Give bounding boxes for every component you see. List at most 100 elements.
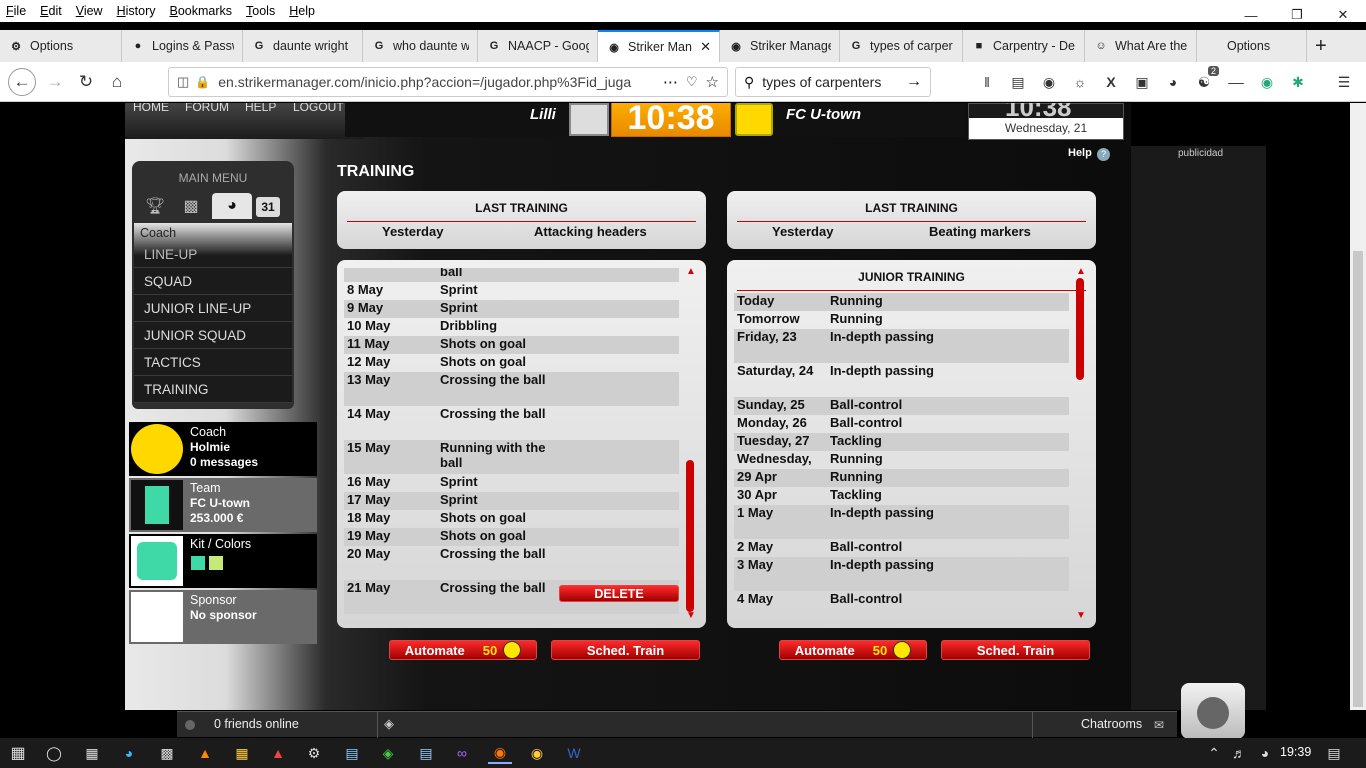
tab-10[interactable]: Options (1197, 30, 1307, 62)
training-row[interactable]: 15 May Running with the ball (344, 440, 679, 474)
training-row[interactable]: 4 May Ball-control (734, 591, 1069, 609)
nav-help-link[interactable]: HELP (245, 103, 276, 114)
training-row[interactable]: 2 May Ball-control (734, 539, 1069, 557)
home-icon[interactable]: ⌂ (104, 70, 130, 94)
tab-6[interactable]: ◉ Striker Manage (720, 30, 840, 62)
library-icon[interactable]: ‖ (977, 72, 997, 92)
training-row[interactable]: 9 May Sprint (344, 300, 679, 318)
page-scrollbar[interactable] (1350, 103, 1366, 710)
extension-dark-icon[interactable]: ▣ (1132, 72, 1152, 92)
chrome-icon[interactable]: ◉ (525, 742, 549, 764)
minimize-icon[interactable]: — (1228, 0, 1274, 30)
menu-view[interactable]: View (76, 4, 103, 18)
whistle-button[interactable] (1181, 683, 1245, 739)
menu-edit[interactable]: Edit (40, 4, 62, 18)
training-row[interactable]: 20 May Crossing the ball (344, 546, 679, 580)
menu-item-tactics[interactable]: TACTICS (134, 349, 292, 376)
chatrooms-link[interactable]: Chatrooms (1081, 717, 1142, 731)
dash-extension-icon[interactable]: –– (1226, 72, 1246, 92)
calculator-icon[interactable]: ▦ (80, 742, 104, 764)
training-row[interactable]: Today Running (734, 293, 1069, 311)
kit-color-primary[interactable] (191, 556, 205, 570)
paint-icon[interactable]: ◈ (376, 742, 400, 764)
url-text[interactable]: en.strikermanager.com/inicio.php?accion=… (218, 74, 655, 90)
menu-tools[interactable]: Tools (246, 4, 275, 18)
menu-item-squad[interactable]: SQUAD (134, 268, 292, 295)
menu-file[interactable]: File (6, 4, 26, 18)
search-bar[interactable]: ⚲ types of carpenters → (735, 67, 931, 97)
training-row[interactable]: 14 May Crossing the ball (344, 406, 679, 440)
training-row[interactable]: 16 May Sprint (344, 474, 679, 492)
word-icon[interactable]: W (562, 742, 586, 764)
vlc-icon[interactable]: ▲ (193, 742, 217, 764)
training-row[interactable]: 17 May Sprint (344, 492, 679, 510)
page-actions-icon[interactable]: ⋯ (663, 73, 678, 91)
menu-history[interactable]: History (117, 4, 156, 18)
tab-5[interactable]: ◉ Striker Man ✕ (598, 30, 720, 62)
help-icon[interactable]: ? (1097, 148, 1110, 161)
popcorn-icon[interactable]: ▲ (266, 742, 290, 764)
training-row[interactable]: Monday, 26 Ball-control (734, 415, 1069, 433)
menu-item-line-up[interactable]: LINE-UP (134, 241, 292, 268)
training-row[interactable]: 1 May In-depth passing (734, 505, 1069, 539)
sched-train-senior-button[interactable]: Sched. Train (551, 640, 700, 660)
tag-icon[interactable]: ◈ (384, 716, 394, 732)
x-extension-icon[interactable]: X (1101, 72, 1121, 92)
coach-box[interactable]: Coach Holmie 0 messages (129, 422, 317, 476)
training-row[interactable]: 30 Apr Tackling (734, 487, 1069, 505)
forward-arrow-icon[interactable]: → (42, 70, 68, 94)
notifications-icon[interactable]: ▤ (1322, 742, 1346, 764)
close-tab-icon[interactable]: ✕ (700, 39, 711, 55)
menu-bookmarks[interactable]: Bookmarks (170, 4, 233, 18)
hamburger-menu-icon[interactable]: ☰ (1334, 72, 1354, 92)
delete-button[interactable]: DELETE (559, 585, 679, 602)
search-go-icon[interactable]: → (906, 73, 922, 91)
kit-color-secondary[interactable] (209, 556, 223, 570)
sidebar-icon[interactable]: ▤ (1008, 72, 1028, 92)
tab-8[interactable]: ■ Carpentry - De (963, 30, 1085, 62)
photos-icon[interactable]: ▤ (340, 742, 364, 764)
training-row[interactable]: ball (344, 268, 679, 282)
scroll-down-arrow-icon[interactable]: ▼ (1076, 610, 1086, 621)
settings-gear-icon[interactable]: ⚙ (302, 742, 326, 764)
training-row[interactable]: Friday, 23 In-depth passing (734, 329, 1069, 363)
nav-home-link[interactable]: HOME (133, 103, 169, 114)
shield-icon[interactable]: ◫ (177, 74, 189, 90)
menu-item-junior-line-up[interactable]: JUNIOR LINE-UP (134, 295, 292, 322)
puzzle-extension-icon[interactable]: ✱ (1288, 72, 1308, 92)
training-row[interactable]: 18 May Shots on goal (344, 510, 679, 528)
account-icon[interactable]: ◉ (1039, 72, 1059, 92)
sponsor-box[interactable]: Sponsor No sponsor (129, 590, 317, 644)
cortana-icon[interactable]: ◯ (42, 742, 66, 764)
shirt-icon[interactable]: ▩ (178, 193, 204, 219)
close-window-icon[interactable]: ✕ (1320, 0, 1366, 30)
tab-3[interactable]: Gwho daunte w (363, 30, 478, 62)
color-wheel-icon[interactable]: ◕ (1163, 72, 1183, 92)
scroll-down-arrow-icon[interactable]: ▼ (686, 610, 696, 621)
training-row[interactable]: 12 May Shots on goal (344, 354, 679, 372)
visual-studio-icon[interactable]: ∞ (450, 742, 474, 764)
search-input[interactable]: types of carpenters (762, 74, 906, 90)
menu-item-junior-squad[interactable]: JUNIOR SQUAD (134, 322, 292, 349)
reload-icon[interactable]: ↻ (73, 70, 99, 94)
firefox-icon[interactable]: ◉ (488, 742, 512, 764)
page-scrollbar-thumb[interactable] (1353, 251, 1363, 707)
training-row[interactable]: 19 May Shots on goal (344, 528, 679, 546)
calendar-icon[interactable]: 31 (256, 197, 280, 217)
kit-box[interactable]: Kit / Colors (129, 534, 317, 588)
training-row[interactable]: 29 Apr Running (734, 469, 1069, 487)
training-row[interactable]: 10 May Dribbling (344, 318, 679, 336)
nav-forum-link[interactable]: FORUM (185, 103, 229, 114)
scrollbar-thumb[interactable] (686, 460, 694, 612)
training-row[interactable]: Wednesday, 28Running (734, 451, 1069, 481)
tab-7[interactable]: Gtypes of carper (840, 30, 963, 62)
coach-messages[interactable]: 0 messages (190, 455, 258, 469)
insecure-lock-icon[interactable]: 🔒 (195, 75, 210, 89)
training-row[interactable]: 3 May In-depth passing (734, 557, 1069, 591)
translate-icon[interactable]: ☼ (1070, 72, 1090, 92)
scroll-up-arrow-icon[interactable]: ▲ (686, 266, 696, 277)
training-row[interactable]: Tomorrow Running (734, 311, 1069, 329)
tab-0[interactable]: ⚙ Options (0, 30, 122, 62)
new-tab-icon[interactable]: + (1307, 30, 1339, 62)
automate-junior-button[interactable]: Automate 50 (779, 640, 927, 660)
